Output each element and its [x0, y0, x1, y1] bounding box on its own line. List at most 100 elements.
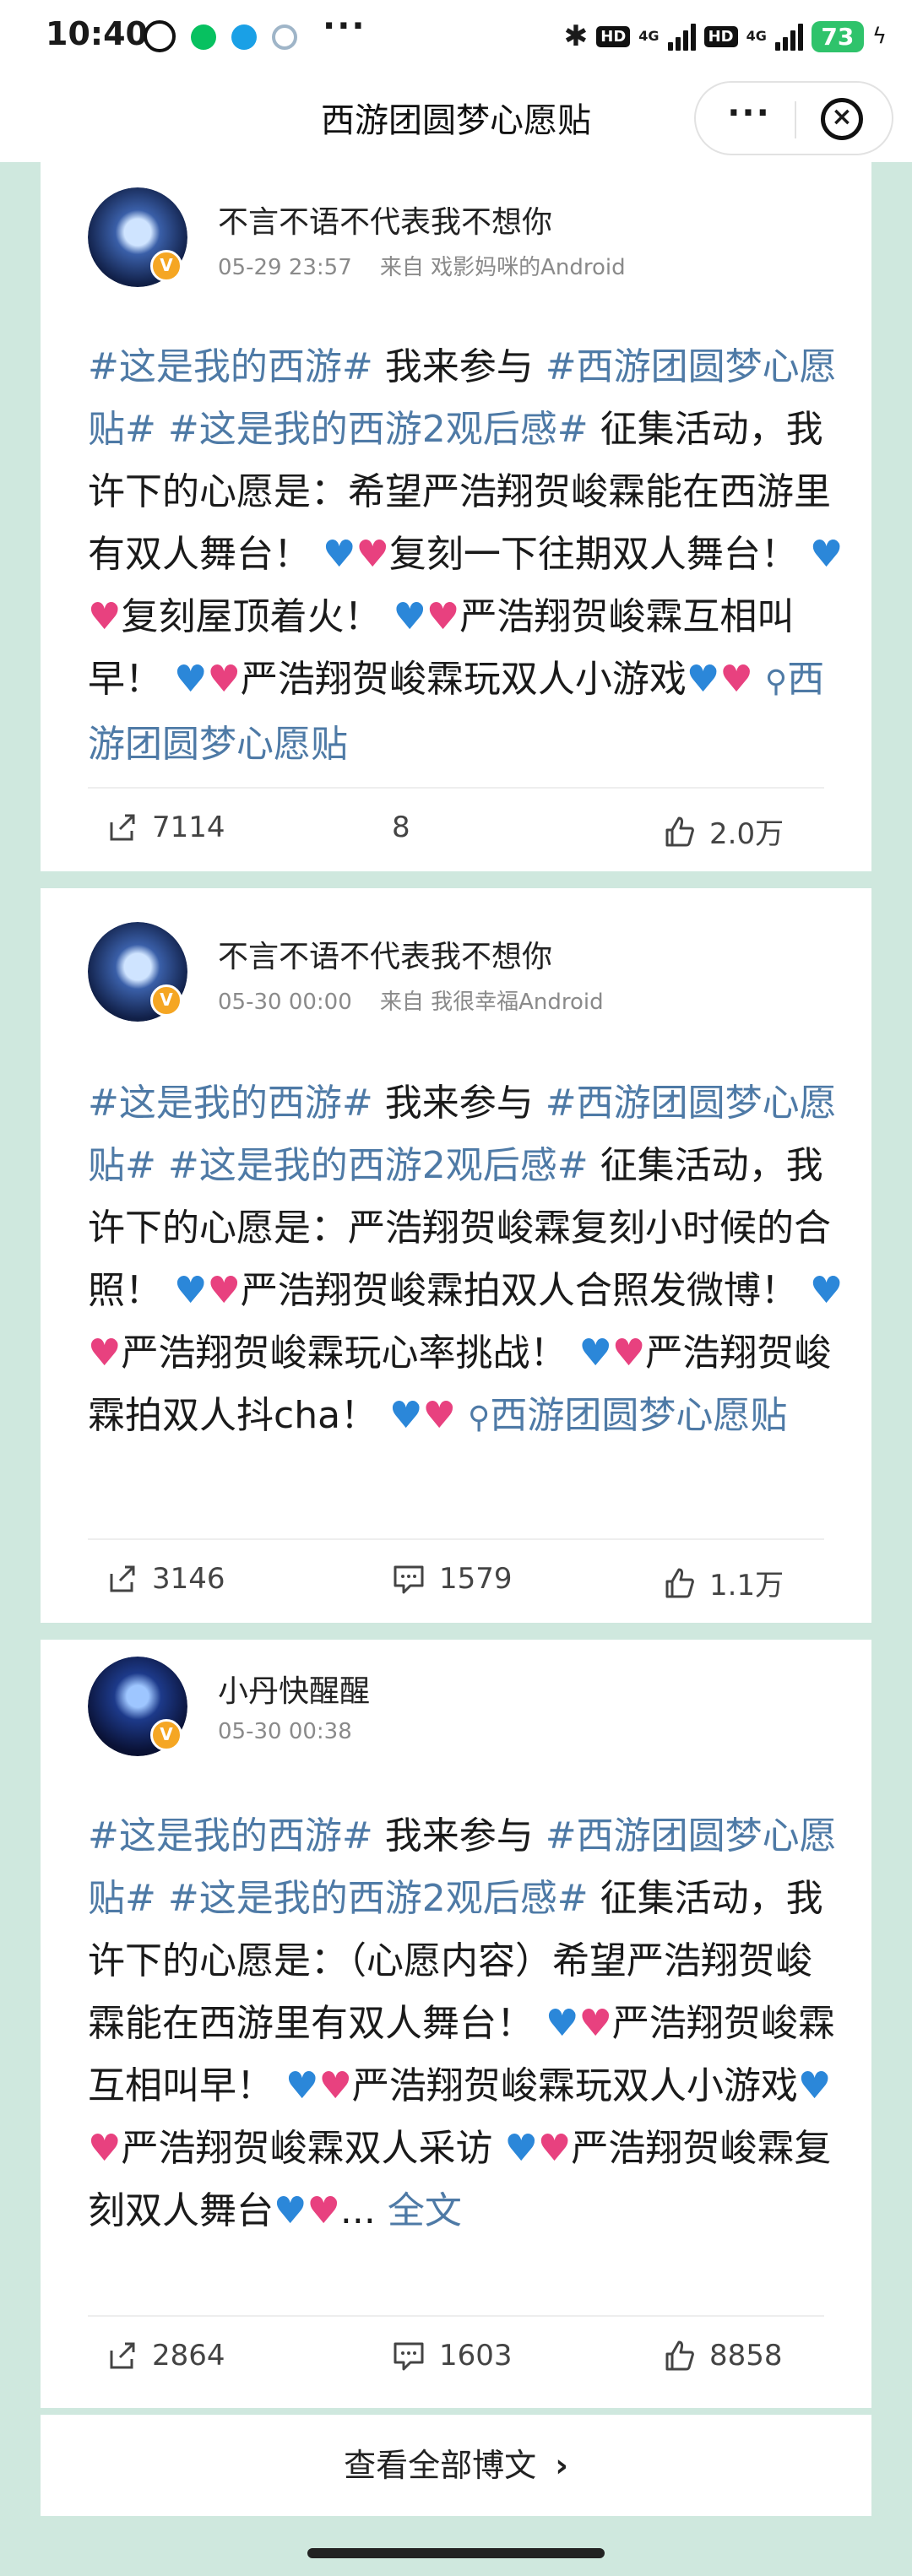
wechat-icon — [191, 24, 216, 50]
network-type: 4G — [746, 28, 767, 44]
topic-link[interactable]: 西游团圆梦心愿贴 — [490, 1394, 787, 1437]
blue-heart-icon: ♥ — [809, 1269, 844, 1312]
network-type: 4G — [638, 28, 660, 44]
share-icon — [110, 1565, 135, 1592]
post-card[interactable]: V 小丹快醒醒 05-30 00:38 #这是我的西游# 我来参与 #西游团圆梦… — [41, 1640, 871, 2408]
alarm-icon — [144, 20, 176, 52]
like-button[interactable]: 1.1万 — [662, 1562, 784, 1603]
share-button[interactable]: 3146 — [105, 1562, 225, 1596]
view-all-label: 查看全部博文 — [344, 2447, 537, 2484]
share-count: 3146 — [152, 1562, 225, 1596]
hashtag[interactable]: #这是我的西游2观后感# — [168, 1144, 589, 1187]
pink-hearts-icon: ♥ — [88, 2127, 122, 2170]
chevron-right-icon: › — [555, 2447, 568, 2484]
blue-heart-icon: ♥ — [285, 2064, 319, 2107]
post-body: #这是我的西游# 我来参与 #西游团圆梦心愿贴# #这是我的西游2观后感# 征集… — [88, 1082, 844, 1437]
hashtag[interactable]: #这是我的西游# — [88, 1814, 373, 1857]
more-button[interactable]: ··· — [719, 96, 779, 140]
link-icon: ⚲ — [764, 664, 788, 699]
expand-full-text-link[interactable]: 全文 — [388, 2189, 462, 2232]
hashtag[interactable]: #这是我的西游2观后感# — [168, 408, 589, 451]
share-button[interactable]: 2864 — [105, 2339, 225, 2373]
like-count: 2.0万 — [709, 817, 784, 851]
blue-heart-icon: ♥ — [578, 1331, 612, 1375]
pink-hearts-icon: ♥ — [207, 658, 241, 701]
blue-heart-icon: ♥ — [393, 595, 426, 638]
comment-count: 1579 — [439, 1562, 513, 1596]
post-meta: 05-30 00:38 — [218, 1719, 352, 1744]
action-row: 7114 8 2.0万 — [88, 787, 824, 871]
charging-icon: ϟ — [871, 24, 887, 49]
post-meta: 05-30 00:00 来自 我很幸福Android — [218, 984, 604, 1016]
comment-icon — [394, 2342, 424, 2371]
thumbs-up-icon — [665, 816, 694, 846]
action-row: 3146 1579 1.1万 — [88, 1538, 824, 1623]
blue-heart-icon: ♥ — [323, 533, 356, 576]
pink-hearts-icon: ♥ — [318, 2064, 352, 2107]
pink-hearts-icon: ♥ — [207, 1269, 241, 1312]
blue-heart-icon: ♥ — [797, 2064, 832, 2107]
pink-hearts-icon: ♥ — [88, 1331, 122, 1375]
status-bar: 10:40 ··· ✱ HD 4G HD 4G 73 ϟ — [0, 0, 912, 74]
like-count: 8858 — [709, 2339, 783, 2373]
home-indicator[interactable] — [307, 2548, 605, 2558]
username[interactable]: 不言不语不代表我不想你 — [218, 198, 552, 241]
pink-hearts-icon: ♥ — [422, 1394, 456, 1437]
pink-hearts-icon: ♥ — [719, 658, 753, 701]
blue-heart-icon: ♥ — [174, 1269, 208, 1312]
post-source: 来自 我很幸福Android — [379, 990, 604, 1015]
username[interactable]: 不言不语不代表我不想你 — [218, 932, 552, 976]
comment-icon — [394, 1565, 424, 1594]
blue-heart-icon: ♥ — [389, 1394, 423, 1437]
signal-icon — [667, 22, 696, 51]
post-card[interactable]: V 不言不语不代表我不想你 05-30 00:00 来自 我很幸福Android… — [41, 888, 871, 1623]
cloud-icon — [231, 24, 257, 50]
verified-badge: V — [150, 984, 182, 1017]
close-button[interactable]: × — [821, 98, 863, 140]
comment-button[interactable]: 1579 — [392, 1562, 513, 1596]
pink-hearts-icon: ♥ — [307, 2189, 340, 2232]
pink-hearts-icon: ♥ — [578, 2002, 612, 2045]
post-body: #这是我的西游# 我来参与 #西游团圆梦心愿贴# #这是我的西游2观后感# 征集… — [88, 345, 844, 766]
post-time: 05-30 00:38 — [218, 1719, 352, 1744]
like-button[interactable]: 8858 — [662, 2339, 783, 2373]
hd-badge: HD — [596, 25, 631, 47]
share-count: 7114 — [152, 811, 225, 844]
comment-button[interactable]: 8 — [392, 811, 410, 844]
action-row: 2864 1603 8858 — [88, 2315, 824, 2400]
loading-icon — [272, 24, 297, 50]
post-time: 05-30 00:00 — [218, 990, 352, 1015]
like-button[interactable]: 2.0万 — [662, 811, 784, 852]
blue-heart-icon: ♥ — [174, 658, 208, 701]
pink-hearts-icon: ♥ — [426, 595, 460, 638]
card-divider — [41, 1623, 871, 1640]
link-icon: ⚲ — [467, 1401, 491, 1435]
share-count: 2864 — [152, 2339, 225, 2373]
blue-heart-icon: ♥ — [809, 533, 844, 576]
post-body: #这是我的西游# 我来参与 #西游团圆梦心愿贴# #这是我的西游2观后感# 征集… — [88, 1814, 837, 2232]
username[interactable]: 小丹快醒醒 — [218, 1667, 370, 1711]
pink-hearts-icon: ♥ — [356, 533, 389, 576]
share-button[interactable]: 7114 — [105, 811, 225, 844]
post-card[interactable]: V 不言不语不代表我不想你 05-29 23:57 来自 戏影妈咪的Androi… — [41, 162, 871, 871]
pink-hearts-icon: ♥ — [611, 1331, 646, 1375]
blue-heart-icon: ♥ — [686, 658, 720, 701]
comment-count: 1603 — [439, 2339, 513, 2373]
comment-count: 8 — [392, 811, 410, 844]
bluetooth-icon: ✱ — [563, 19, 589, 53]
card-divider — [41, 871, 871, 888]
comment-button[interactable]: 1603 — [392, 2339, 513, 2373]
capsule-divider — [795, 101, 796, 138]
hd-badge: HD — [703, 25, 738, 47]
view-all-posts-button[interactable]: 查看全部博文 › — [41, 2415, 871, 2516]
status-right: ✱ HD 4G HD 4G 73 ϟ — [564, 17, 887, 56]
status-time: 10:40 — [46, 15, 148, 52]
hashtag[interactable]: #这是我的西游# — [88, 1082, 373, 1125]
like-count: 1.1万 — [709, 1569, 784, 1603]
pink-hearts-icon: ♥ — [537, 2127, 572, 2170]
share-icon — [110, 2342, 135, 2369]
mini-program-capsule: ··· × — [694, 81, 893, 155]
hashtag[interactable]: #这是我的西游2观后感# — [168, 1877, 589, 1920]
hashtag[interactable]: #这是我的西游# — [88, 345, 373, 388]
more-notifications-icon: ··· — [323, 7, 366, 46]
